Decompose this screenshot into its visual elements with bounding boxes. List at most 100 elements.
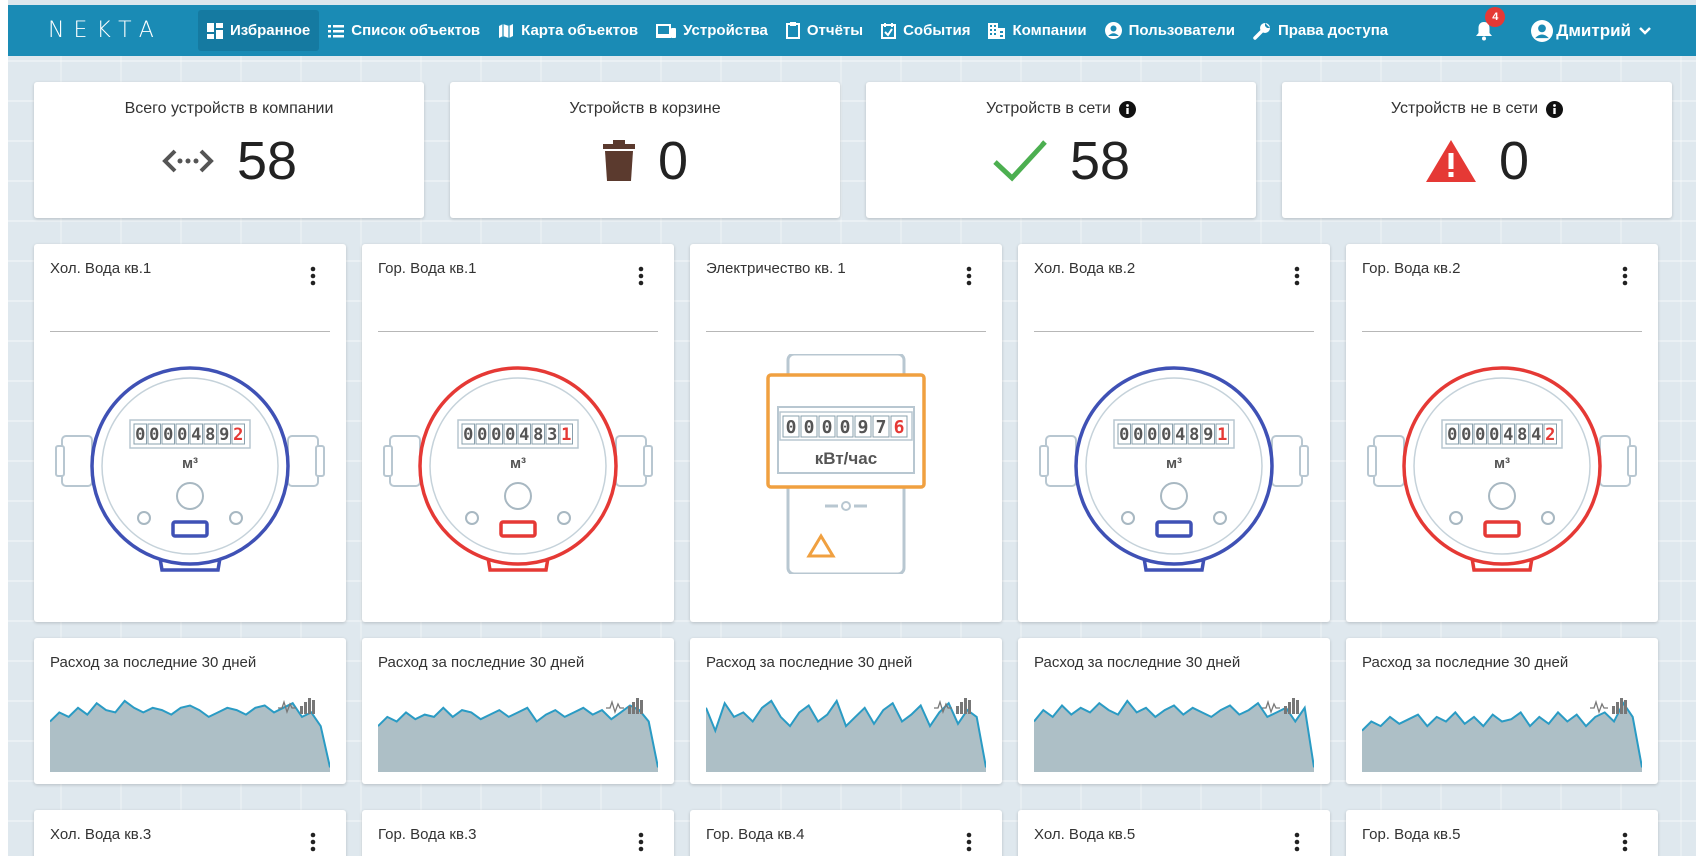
device-menu-button[interactable] xyxy=(310,832,316,857)
line-chart-icon xyxy=(1262,699,1280,715)
device-card[interactable]: Гор. Вода кв.4 xyxy=(690,810,1002,862)
meter-digit: 4 xyxy=(1175,425,1185,445)
consumption-title: Расход за последние 30 дней xyxy=(1034,654,1241,671)
device-card[interactable]: Хол. Вода кв.5 xyxy=(1018,810,1330,862)
device-card[interactable]: Электричество кв. 1 0000976 кВт/час xyxy=(690,244,1002,622)
nav-item-access-rights[interactable]: Права доступа xyxy=(1244,10,1397,51)
meter-digit: 0 xyxy=(491,425,501,445)
line-chart-icon xyxy=(606,699,624,715)
stat-value: 58 xyxy=(236,131,298,191)
trash-icon xyxy=(602,140,635,181)
meter-unit: м³ xyxy=(1494,455,1510,472)
meter-digit: 0 xyxy=(1447,425,1457,445)
info-icon[interactable] xyxy=(1546,100,1564,118)
meter-digit: 4 xyxy=(1531,425,1541,445)
top-navbar: NEKTA Избранное Список объектов Карта об… xyxy=(8,5,1696,56)
stat-card-total-devices: Всего устройств в компании 58 xyxy=(34,82,424,218)
user-menu[interactable]: Дмитрий xyxy=(1531,19,1656,42)
device-card[interactable]: Хол. Вода кв.2 00004891 м³ xyxy=(1018,244,1330,622)
more-vert-icon xyxy=(1622,266,1628,286)
device-card[interactable]: Гор. Вода кв.2 00004842 м³ xyxy=(1346,244,1658,622)
meter-digit: 0 xyxy=(1161,425,1171,445)
meter-digit: 0 xyxy=(163,425,173,445)
device-menu-button[interactable] xyxy=(1294,266,1300,291)
device-menu-button[interactable] xyxy=(1294,832,1300,857)
meter-digit: 0 xyxy=(1119,425,1129,445)
meter-digit: 9 xyxy=(858,417,869,438)
device-menu-button[interactable] xyxy=(1622,832,1628,857)
notifications-button[interactable]: 4 xyxy=(1475,6,1506,41)
consumption-sparkline[interactable] xyxy=(378,694,658,772)
device-menu-button[interactable] xyxy=(966,832,972,857)
device-card[interactable]: Гор. Вода кв.3 xyxy=(362,810,674,862)
notification-badge: 4 xyxy=(1485,6,1506,27)
stat-card-online: Устройств в сети 58 xyxy=(866,82,1256,218)
device-title: Хол. Вода кв.2 xyxy=(1034,260,1136,277)
stat-value: 0 xyxy=(657,131,689,191)
consumption-area xyxy=(1362,703,1642,772)
bar-chart-icon xyxy=(956,698,971,714)
meter-digit: 2 xyxy=(233,425,243,445)
consumption-sparkline[interactable] xyxy=(1362,694,1642,772)
consumption-sparkline[interactable] xyxy=(706,694,986,772)
device-card[interactable]: Гор. Вода кв.5 xyxy=(1346,810,1658,862)
nav-item-object-map[interactable]: Карта объектов xyxy=(489,10,647,51)
nav-item-reports[interactable]: Отчёты xyxy=(777,10,872,51)
calendar-check-icon xyxy=(881,22,897,39)
meter-digit: 0 xyxy=(840,417,851,438)
more-vert-icon xyxy=(638,832,644,852)
device-title: Хол. Вода кв.5 xyxy=(1034,826,1136,843)
nav-label: Устройства xyxy=(683,22,768,39)
nav-item-devices[interactable]: Устройства xyxy=(647,10,777,51)
meter-digit: 0 xyxy=(463,425,473,445)
meter-digit: 1 xyxy=(561,425,571,445)
more-vert-icon xyxy=(966,832,972,852)
consumption-title: Расход за последние 30 дней xyxy=(378,654,585,671)
main-nav: Избранное Список объектов Карта объектов… xyxy=(198,5,1397,56)
nav-item-events[interactable]: События xyxy=(872,10,979,51)
device-card[interactable]: Хол. Вода кв.1 00004892 м³ xyxy=(34,244,346,622)
bar-chart-icon xyxy=(300,698,315,714)
nav-item-companies[interactable]: Компании xyxy=(979,10,1095,51)
consumption-title: Расход за последние 30 дней xyxy=(1362,654,1569,671)
meter-digit: 7 xyxy=(876,417,887,438)
consumption-sparkline[interactable] xyxy=(50,694,330,772)
device-title: Гор. Вода кв.3 xyxy=(378,826,477,843)
user-circle-icon xyxy=(1104,22,1122,39)
line-chart-icon xyxy=(1590,699,1608,715)
meter-digit: 0 xyxy=(822,417,833,438)
device-card[interactable]: Гор. Вода кв.1 00004831 м³ xyxy=(362,244,674,622)
info-icon[interactable] xyxy=(1119,100,1136,118)
meter-digit: 4 xyxy=(1503,425,1513,445)
more-vert-icon xyxy=(966,266,972,286)
nav-item-favorites[interactable]: Избранное xyxy=(198,10,320,51)
nav-item-object-list[interactable]: Список объектов xyxy=(319,10,489,51)
list-icon xyxy=(328,24,345,37)
device-menu-button[interactable] xyxy=(638,266,644,291)
stat-title: Устройств в корзине xyxy=(569,100,721,117)
meter-unit: м³ xyxy=(510,455,526,472)
more-vert-icon xyxy=(638,266,644,286)
nav-item-users[interactable]: Пользователи xyxy=(1096,10,1244,51)
more-vert-icon xyxy=(1622,832,1628,852)
meter-digit: 0 xyxy=(1475,425,1485,445)
user-circle-icon xyxy=(1531,19,1554,42)
divider xyxy=(1034,331,1314,332)
meter-digit: 0 xyxy=(1147,425,1157,445)
chevron-down-icon xyxy=(1639,26,1651,35)
device-menu-button[interactable] xyxy=(1622,266,1628,291)
logo[interactable]: NEKTA xyxy=(48,18,198,43)
device-menu-button[interactable] xyxy=(966,266,972,291)
wrench-icon xyxy=(1253,22,1270,40)
device-menu-button[interactable] xyxy=(638,832,644,857)
consumption-sparkline[interactable] xyxy=(1034,694,1314,772)
water-meter-illustration: 00004892 м³ xyxy=(55,366,325,572)
building-icon xyxy=(988,22,1006,39)
device-menu-button[interactable] xyxy=(310,266,316,291)
more-vert-icon xyxy=(1294,266,1300,286)
consumption-area xyxy=(706,700,986,772)
device-card[interactable]: Хол. Вода кв.3 xyxy=(34,810,346,862)
meter-digit: 0 xyxy=(1461,425,1471,445)
nav-label: Отчёты xyxy=(806,22,864,39)
water-meter-illustration: 00004831 м³ xyxy=(383,366,653,572)
